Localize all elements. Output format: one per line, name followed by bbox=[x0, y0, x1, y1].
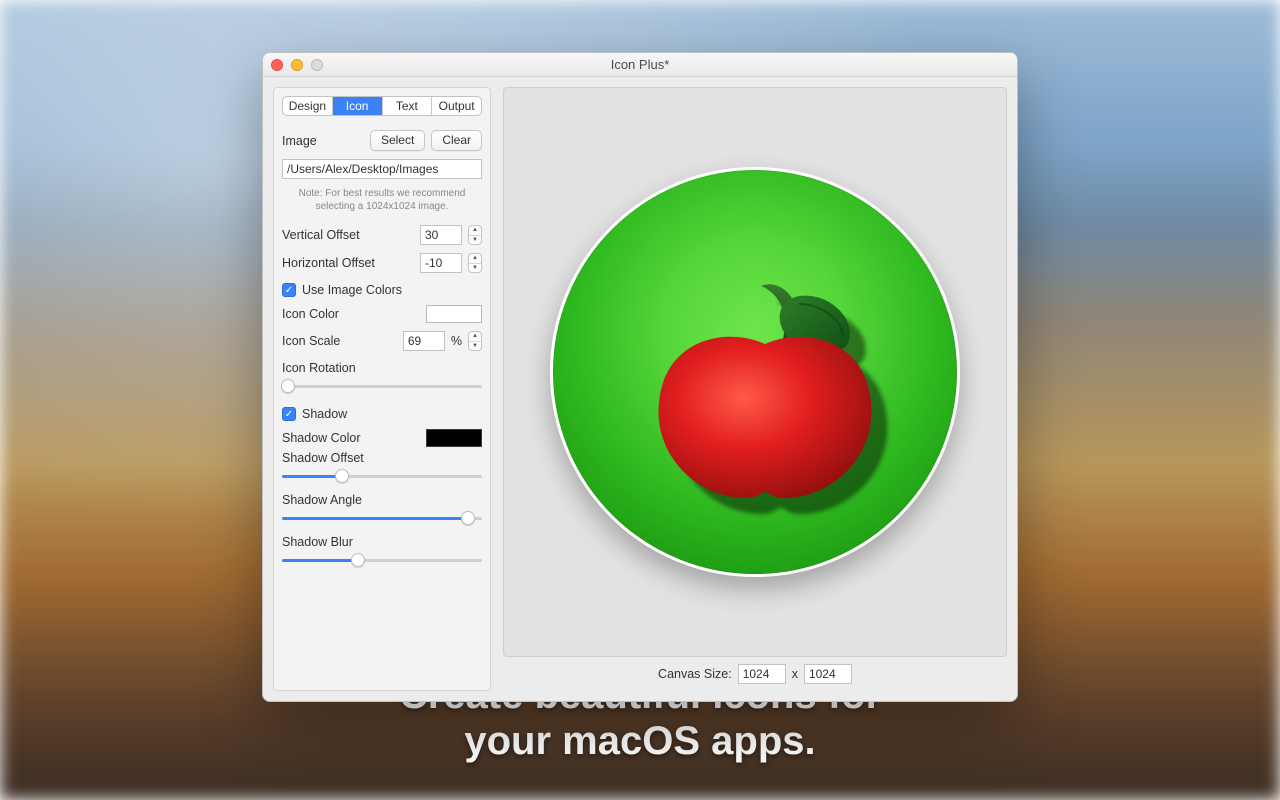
image-path-field[interactable]: /Users/Alex/Desktop/Images bbox=[282, 159, 482, 179]
icon-rotation-slider[interactable] bbox=[282, 377, 482, 395]
icon-scale-unit: % bbox=[451, 334, 462, 348]
tab-output[interactable]: Output bbox=[432, 97, 481, 115]
horizontal-offset-input[interactable]: -10 bbox=[420, 253, 462, 273]
canvas-height-input[interactable]: 1024 bbox=[804, 664, 852, 684]
shadow-blur-label: Shadow Blur bbox=[282, 535, 482, 549]
select-image-button[interactable]: Select bbox=[370, 130, 425, 151]
vertical-offset-input[interactable]: 30 bbox=[420, 225, 462, 245]
canvas-sep: x bbox=[792, 667, 798, 681]
shadow-offset-slider[interactable] bbox=[282, 467, 482, 485]
window-controls bbox=[271, 59, 323, 71]
shadow-offset-label: Shadow Offset bbox=[282, 451, 482, 465]
canvas-size-label: Canvas Size: bbox=[658, 667, 732, 681]
shadow-color-swatch[interactable] bbox=[426, 429, 482, 447]
minimize-window-button[interactable] bbox=[291, 59, 303, 71]
shadow-label: Shadow bbox=[302, 407, 347, 421]
icon-scale-stepper[interactable]: ▲▼ bbox=[468, 331, 482, 351]
use-image-colors-label: Use Image Colors bbox=[302, 283, 402, 297]
icon-color-swatch[interactable] bbox=[426, 305, 482, 323]
use-image-colors-checkbox[interactable]: ✓ bbox=[282, 283, 296, 297]
icon-scale-label: Icon Scale bbox=[282, 334, 340, 348]
shadow-angle-label: Shadow Angle bbox=[282, 493, 482, 507]
tab-text[interactable]: Text bbox=[383, 97, 433, 115]
horizontal-offset-label: Horizontal Offset bbox=[282, 256, 375, 270]
vertical-offset-stepper[interactable]: ▲▼ bbox=[468, 225, 482, 245]
titlebar[interactable]: Icon Plus* bbox=[263, 53, 1017, 77]
image-note: Note: For best results we recommend sele… bbox=[282, 187, 482, 213]
shadow-color-label: Shadow Color bbox=[282, 431, 361, 445]
canvas-width-input[interactable]: 1024 bbox=[738, 664, 786, 684]
tab-design[interactable]: Design bbox=[283, 97, 333, 115]
shadow-blur-slider[interactable] bbox=[282, 551, 482, 569]
preview-panel: Canvas Size: 1024 x 1024 bbox=[503, 87, 1007, 691]
image-label: Image bbox=[282, 134, 317, 148]
canvas-size-row: Canvas Size: 1024 x 1024 bbox=[503, 657, 1007, 691]
app-window: Icon Plus* Design Icon Text Output Image… bbox=[262, 52, 1018, 702]
vertical-offset-label: Vertical Offset bbox=[282, 228, 360, 242]
window-title: Icon Plus* bbox=[263, 57, 1017, 72]
close-window-button[interactable] bbox=[271, 59, 283, 71]
icon-scale-input[interactable]: 69 bbox=[403, 331, 445, 351]
horizontal-offset-stepper[interactable]: ▲▼ bbox=[468, 253, 482, 273]
tab-bar: Design Icon Text Output bbox=[282, 96, 482, 116]
icon-rotation-label: Icon Rotation bbox=[282, 361, 482, 375]
tab-icon[interactable]: Icon bbox=[333, 97, 383, 115]
apple-icon bbox=[649, 282, 881, 502]
icon-preview bbox=[550, 167, 960, 577]
shadow-checkbox[interactable]: ✓ bbox=[282, 407, 296, 421]
icon-color-label: Icon Color bbox=[282, 307, 339, 321]
shadow-angle-slider[interactable] bbox=[282, 509, 482, 527]
canvas-area bbox=[503, 87, 1007, 657]
clear-image-button[interactable]: Clear bbox=[431, 130, 482, 151]
zoom-window-button[interactable] bbox=[311, 59, 323, 71]
controls-panel: Design Icon Text Output Image Select Cle… bbox=[273, 87, 491, 691]
